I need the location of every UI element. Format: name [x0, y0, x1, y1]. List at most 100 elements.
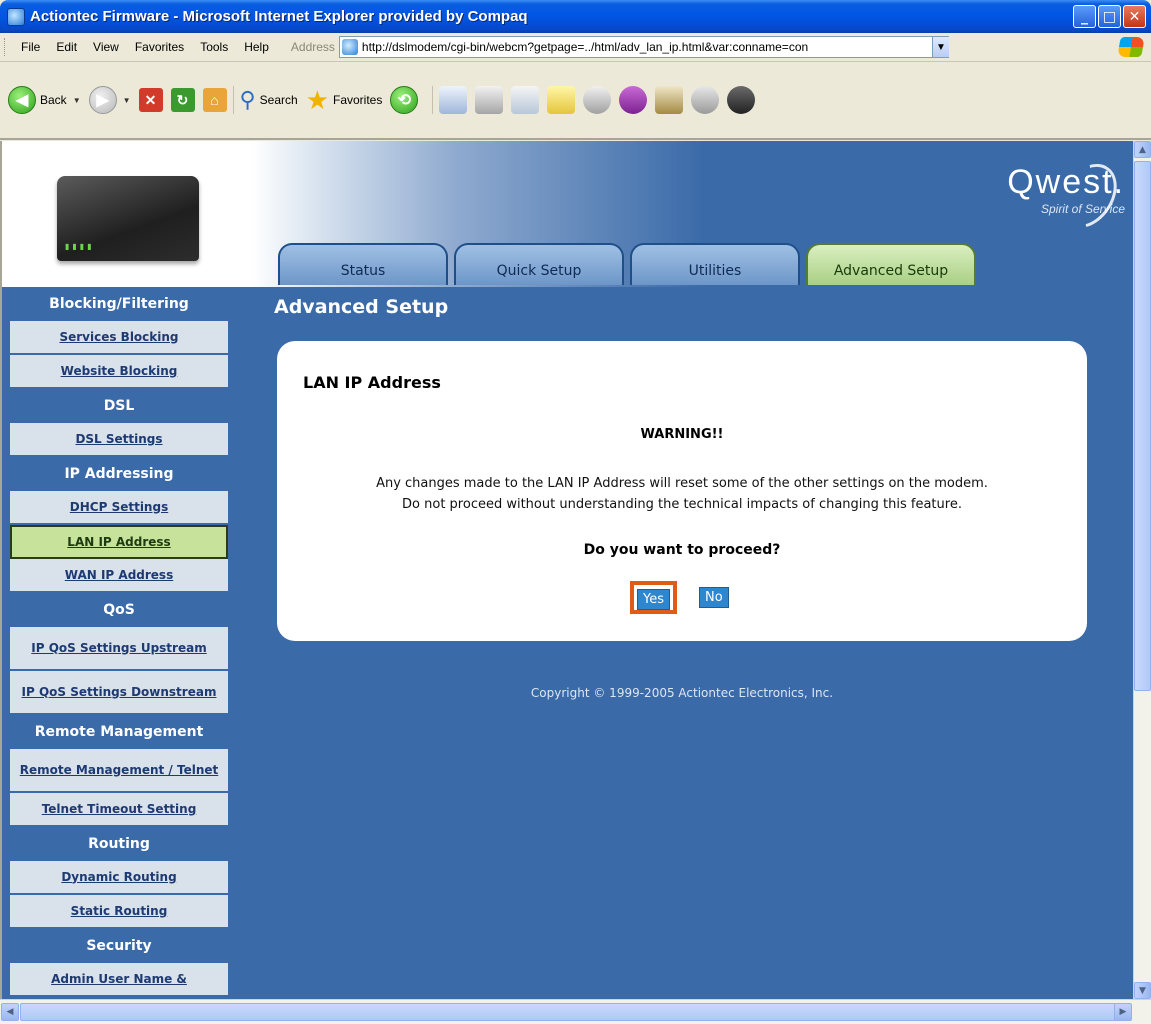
- home-icon[interactable]: ⌂: [202, 88, 227, 112]
- scroll-down-icon[interactable]: ▼: [1134, 982, 1151, 999]
- warning-line-2: Do not proceed without understanding the…: [402, 497, 962, 512]
- toolbar: ◀ Back ▼ ▶ ▼ ✕ ↻ ⌂ ⚲ Search ★ Favorites …: [0, 62, 1151, 140]
- back-label: Back: [40, 93, 67, 107]
- modem-image: ▮▮▮▮: [57, 176, 199, 261]
- minimize-button[interactable]: _: [1073, 5, 1096, 28]
- scroll-left-icon[interactable]: ◀: [1, 1003, 19, 1021]
- horizontal-scroll-thumb[interactable]: [20, 1003, 1116, 1021]
- menubar-grip: [4, 38, 7, 56]
- toolbar-separator: [432, 86, 434, 114]
- horizontal-scrollbar[interactable]: ◀ ▶: [0, 999, 1151, 1024]
- address-dropdown-icon[interactable]: ▼: [931, 37, 949, 57]
- tab-quick-setup[interactable]: Quick Setup: [454, 243, 624, 285]
- address-bar: Address http://dslmodem/cgi-bin/webcm?ge…: [291, 36, 949, 58]
- refresh-icon[interactable]: ↻: [170, 88, 195, 112]
- menu-help[interactable]: Help: [236, 40, 277, 54]
- sidebar-item-qos-downstream[interactable]: IP QoS Settings Downstream: [10, 671, 228, 715]
- close-button[interactable]: ✕: [1123, 5, 1146, 28]
- menu-favorites[interactable]: Favorites: [127, 40, 192, 54]
- no-button[interactable]: No: [699, 587, 729, 608]
- sidebar-heading-remote-management: Remote Management: [34, 724, 204, 740]
- scroll-right-icon[interactable]: ▶: [1114, 1003, 1132, 1021]
- favorites-label: Favorites: [333, 93, 383, 107]
- modem-leds: ▮▮▮▮: [65, 242, 95, 251]
- search-icon: ⚲: [239, 87, 256, 112]
- page-icon: [341, 39, 358, 55]
- sidebar-item-dhcp-settings[interactable]: DHCP Settings: [10, 491, 228, 525]
- vertical-scroll-thumb[interactable]: [1134, 161, 1151, 691]
- window-titlebar: Actiontec Firmware - Microsoft Internet …: [0, 0, 1151, 33]
- forward-arrow-icon: ▶: [88, 86, 117, 114]
- menu-file[interactable]: File: [13, 40, 48, 54]
- vertical-scrollbar[interactable]: ▲ ▼: [1133, 141, 1151, 999]
- favorites-button[interactable]: ★ Favorites: [306, 85, 383, 116]
- sidebar-item-telnet-timeout[interactable]: Telnet Timeout Setting: [10, 793, 228, 827]
- sidebar-heading-security: Security: [86, 938, 152, 954]
- ie-icon: [7, 7, 25, 26]
- menubar: File Edit View Favorites Tools Help Addr…: [0, 33, 1151, 62]
- sidebar-heading-routing: Routing: [88, 836, 150, 852]
- sidebar-item-remote-management-telnet[interactable]: Remote Management / Telnet: [10, 749, 228, 793]
- menu-view[interactable]: View: [85, 40, 127, 54]
- forward-button[interactable]: ▶ ▼: [88, 86, 131, 114]
- m-icon[interactable]: [727, 86, 756, 114]
- sidebar-item-dsl-settings[interactable]: DSL Settings: [10, 423, 228, 457]
- sidebar-heading-ip-addressing: IP Addressing: [64, 466, 174, 482]
- mail-icon[interactable]: [439, 86, 468, 114]
- lan-ip-warning-card: LAN IP Address WARNING!! Any changes mad…: [277, 341, 1087, 641]
- browser-viewport: ▮▮▮▮ Qwest. Spirit of Service Status Qui…: [0, 141, 1133, 999]
- warning-text: Any changes made to the LAN IP Address w…: [277, 473, 1087, 515]
- stop-icon[interactable]: ✕: [138, 88, 163, 112]
- window-controls: _ □ ✕: [1073, 5, 1146, 28]
- search-label: Search: [259, 93, 298, 107]
- sidebar-item-lan-ip-address[interactable]: LAN IP Address: [10, 525, 228, 559]
- star-icon: ★: [305, 84, 329, 115]
- tab-utilities[interactable]: Utilities: [630, 243, 800, 285]
- sidebar-item-qos-upstream[interactable]: IP QoS Settings Upstream: [10, 627, 228, 671]
- warning-line-1: Any changes made to the LAN IP Address w…: [376, 476, 988, 491]
- sidebar-item-website-blocking[interactable]: Website Blocking: [10, 355, 228, 389]
- search-button[interactable]: ⚲ Search: [240, 87, 298, 113]
- menu-edit[interactable]: Edit: [48, 40, 85, 54]
- toolbar-separator: [232, 86, 234, 114]
- discuss-icon[interactable]: [547, 86, 576, 114]
- sidebar-heading-blocking: Blocking/Filtering: [49, 296, 189, 312]
- page-header: ▮▮▮▮ Qwest. Spirit of Service Status Qui…: [2, 141, 1133, 287]
- sidebar-heading-qos: QoS: [103, 602, 135, 618]
- menu-tools[interactable]: Tools: [192, 40, 236, 54]
- research-icon[interactable]: [583, 86, 612, 114]
- messenger-icon[interactable]: [619, 86, 648, 114]
- sidebar-item-wan-ip-address[interactable]: WAN IP Address: [10, 559, 228, 593]
- sidebar-heading-dsl: DSL: [103, 398, 135, 414]
- card-title: LAN IP Address: [303, 373, 441, 392]
- page-title: Advanced Setup: [274, 296, 449, 318]
- maximize-button[interactable]: □: [1098, 5, 1121, 28]
- yes-button[interactable]: Yes: [637, 589, 670, 610]
- main-tabs: Status Quick Setup Utilities Advanced Se…: [278, 243, 976, 285]
- yes-button-highlight: Yes: [630, 581, 677, 614]
- warning-heading: WARNING!!: [640, 427, 724, 442]
- address-input[interactable]: http://dslmodem/cgi-bin/webcm?getpage=..…: [338, 36, 949, 58]
- tab-status[interactable]: Status: [278, 243, 448, 285]
- sidebar: Blocking/Filtering Services Blocking Web…: [10, 287, 228, 997]
- print-icon[interactable]: [475, 86, 504, 114]
- history-icon[interactable]: ⟲: [390, 86, 419, 114]
- sidebar-item-admin-user-name[interactable]: Admin User Name &: [10, 963, 228, 997]
- sidebar-item-static-routing[interactable]: Static Routing: [10, 895, 228, 929]
- windows-flag-icon: [1117, 37, 1145, 57]
- forward-dropdown-icon[interactable]: ▼: [123, 96, 131, 105]
- scroll-up-icon[interactable]: ▲: [1134, 141, 1151, 158]
- sidebar-item-services-blocking[interactable]: Services Blocking: [10, 321, 228, 355]
- tab-advanced-setup[interactable]: Advanced Setup: [806, 243, 976, 285]
- media-icon[interactable]: [655, 86, 684, 114]
- window-title: Actiontec Firmware - Microsoft Internet …: [30, 8, 528, 25]
- chat-icon[interactable]: [691, 86, 720, 114]
- qwest-logo: Qwest. Spirit of Service: [1007, 152, 1129, 240]
- edit-icon[interactable]: [511, 86, 540, 114]
- confirm-buttons: Yes No: [630, 581, 729, 614]
- proceed-question: Do you want to proceed?: [583, 542, 781, 558]
- back-button[interactable]: ◀ Back ▼: [8, 86, 81, 114]
- sidebar-item-dynamic-routing[interactable]: Dynamic Routing: [10, 861, 228, 895]
- address-url[interactable]: http://dslmodem/cgi-bin/webcm?getpage=..…: [362, 40, 808, 54]
- back-dropdown-icon[interactable]: ▼: [73, 96, 81, 105]
